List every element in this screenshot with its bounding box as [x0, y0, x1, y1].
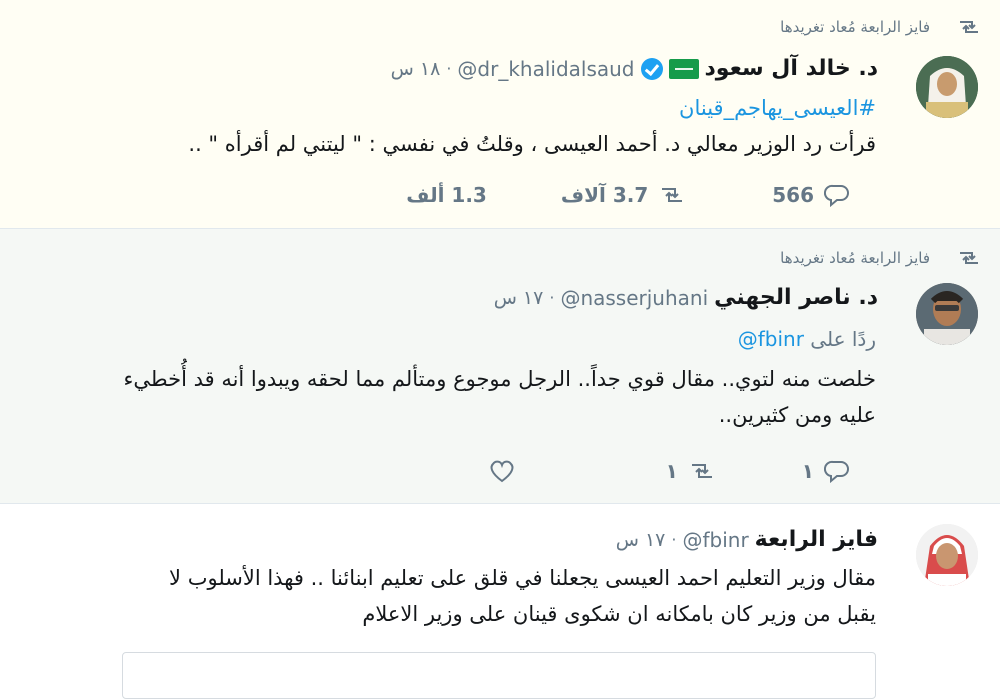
- retweet-count: ١: [665, 459, 678, 483]
- reply-button[interactable]: 566: [772, 183, 850, 207]
- tweet-actions: ١ ١: [478, 458, 850, 484]
- separator: ·: [549, 288, 555, 307]
- reply-button[interactable]: ١: [802, 459, 850, 483]
- tweet-time[interactable]: ١٧ س: [616, 529, 666, 551]
- tweet-text-line1: خلصت منه لتوي.. مقال قوي جداً.. الرجل مو…: [123, 367, 876, 391]
- reply-count: 566: [772, 183, 814, 207]
- tweet-body: مقال وزير التعليم احمد العيسى يجعلنا في …: [16, 560, 876, 632]
- retweet-button[interactable]: 3.7 آلاف: [561, 183, 686, 207]
- avatar[interactable]: [916, 56, 978, 118]
- tweet-2[interactable]: فايز الرابعة مُعاد تغريدها د. ناصر الجهن…: [0, 228, 1000, 504]
- retweet-label: فايز الرابعة مُعاد تغريدها: [780, 249, 930, 267]
- tweet-time[interactable]: ١٨ س: [391, 58, 441, 80]
- author-handle[interactable]: @fbinr: [682, 528, 748, 552]
- avatar[interactable]: [916, 524, 978, 586]
- tweet-actions: 566 3.7 آلاف 1.3 ألف: [406, 183, 850, 207]
- author-name[interactable]: فايز الرابعة: [755, 527, 878, 552]
- reply-context: ردًا على @fbinr: [738, 321, 876, 357]
- retweet-context: فايز الرابعة مُعاد تغريدها: [780, 18, 978, 36]
- reply-icon: [824, 460, 849, 483]
- tweet-text-line2: عليه ومن كثيرين..: [718, 403, 876, 427]
- author-name[interactable]: د. ناصر الجهني: [714, 285, 878, 310]
- separator: ·: [671, 530, 677, 549]
- retweet-label: فايز الرابعة مُعاد تغريدها: [780, 18, 930, 36]
- tweet-time[interactable]: ١٧ س: [494, 287, 544, 309]
- separator: ·: [446, 59, 452, 78]
- like-count: 1.3 ألف: [406, 183, 487, 207]
- reply-input-box[interactable]: [122, 652, 876, 699]
- like-button[interactable]: 1.3 ألف: [406, 183, 487, 207]
- hashtag-link[interactable]: #العيسى_يهاجم_قينان: [188, 90, 876, 126]
- tweet-text-line2: يقبل من وزير كان بامكانه ان شكوى قينان ع…: [362, 602, 876, 626]
- verified-badge-icon: [640, 57, 663, 80]
- reply-count: ١: [801, 459, 814, 483]
- saudi-flag-icon: [668, 58, 699, 79]
- reply-icon: [824, 184, 849, 207]
- tweet-header: فايز الرابعة @fbinr · ١٧ س: [616, 527, 878, 552]
- tweet-header: د. ناصر الجهني @nasserjuhani · ١٧ س: [494, 285, 878, 310]
- retweet-icon: [691, 464, 712, 478]
- tweet-1[interactable]: فايز الرابعة مُعاد تغريدها د. خالد آل سع…: [0, 0, 1000, 228]
- retweet-icon: [960, 21, 978, 33]
- author-handle[interactable]: @nasserjuhani: [560, 286, 708, 310]
- author-name[interactable]: د. خالد آل سعود: [705, 56, 878, 81]
- heart-icon: [490, 460, 513, 483]
- tweet-text-line1: مقال وزير التعليم احمد العيسى يجعلنا في …: [169, 566, 876, 590]
- like-button[interactable]: [478, 458, 516, 484]
- retweet-icon: [960, 252, 978, 264]
- avatar[interactable]: [916, 283, 978, 345]
- tweet-body: خلصت منه لتوي.. مقال قوي جداً.. الرجل مو…: [16, 361, 876, 433]
- retweet-icon: [662, 188, 683, 202]
- reply-to-link[interactable]: @fbinr: [738, 327, 804, 351]
- tweet-body: #العيسى_يهاجم_قينان قرأت رد الوزير معالي…: [188, 90, 876, 162]
- retweet-count: 3.7 آلاف: [560, 183, 649, 207]
- retweet-context: فايز الرابعة مُعاد تغريدها: [780, 249, 978, 267]
- retweet-button[interactable]: ١: [666, 459, 716, 483]
- tweet-text: قرأت رد الوزير معالي د. أحمد العيسى ، وق…: [188, 132, 876, 156]
- tweet-3[interactable]: فايز الرابعة @fbinr · ١٧ س مقال وزير الت…: [0, 504, 1000, 699]
- tweet-header: د. خالد آل سعود @dr_khalidalsaud · ١٨ س: [391, 56, 878, 81]
- reply-prefix: ردًا على: [810, 327, 876, 351]
- author-handle[interactable]: @dr_khalidalsaud: [457, 57, 634, 81]
